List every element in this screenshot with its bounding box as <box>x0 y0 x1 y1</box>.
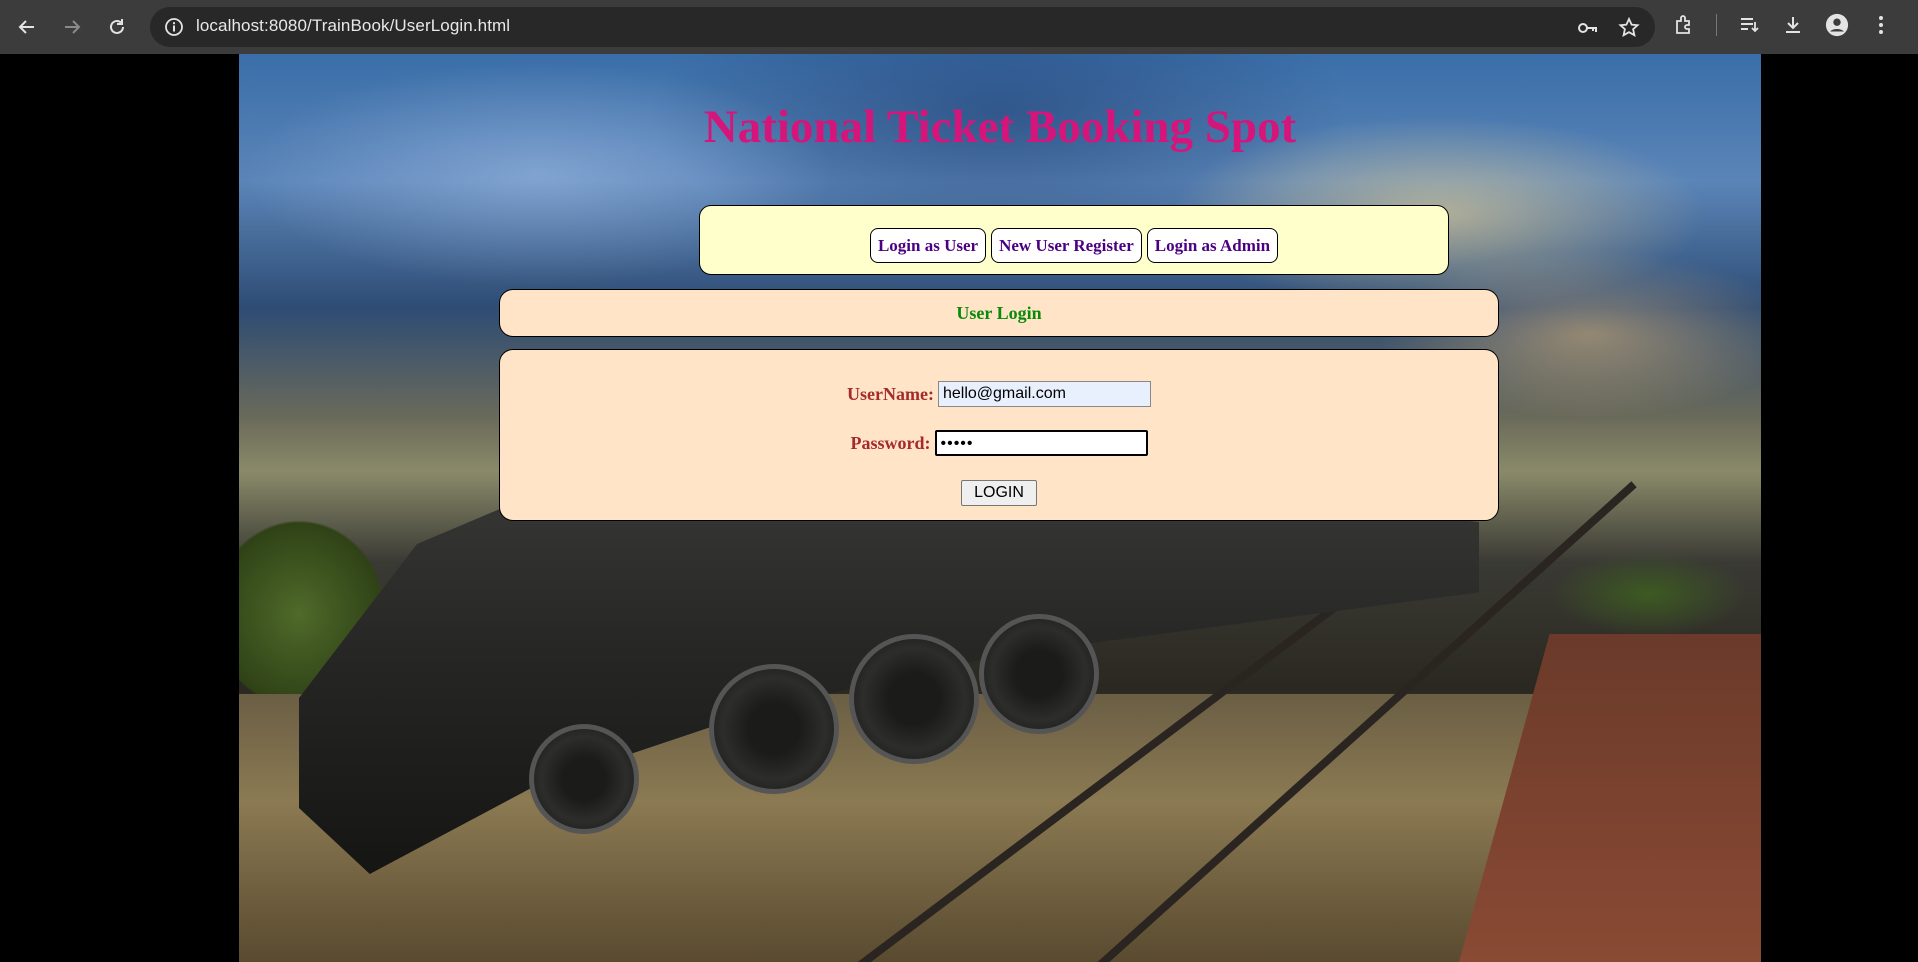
password-input[interactable]: ••••• <box>934 430 1148 456</box>
menu-icon[interactable] <box>1869 13 1893 37</box>
forward-icon[interactable] <box>57 12 87 42</box>
section-header: User Login <box>499 289 1499 337</box>
reload-icon[interactable] <box>102 12 132 42</box>
new-user-register-button[interactable]: New User Register <box>991 228 1142 263</box>
login-as-admin-button[interactable]: Login as Admin <box>1146 228 1279 263</box>
username-input[interactable]: hello@gmail.com <box>937 381 1151 407</box>
site-info-icon[interactable] <box>164 17 184 37</box>
profile-icon[interactable] <box>1825 13 1849 37</box>
password-key-icon[interactable] <box>1575 16 1599 40</box>
submit-row: LOGIN <box>500 480 1498 506</box>
page-title: National Ticket Booking Spot <box>703 101 1297 153</box>
address-bar[interactable]: localhost:8080/TrainBook/UserLogin.html <box>150 7 1655 47</box>
locomotive-wheel <box>529 724 639 834</box>
download-icon[interactable] <box>1781 13 1805 37</box>
password-row: Password: ••••• <box>500 430 1498 456</box>
login-as-user-button[interactable]: Login as User <box>869 228 987 263</box>
extensions-icon[interactable] <box>1672 13 1696 37</box>
reading-list-icon[interactable] <box>1737 13 1761 37</box>
browser-toolbar: localhost:8080/TrainBook/UserLogin.html <box>0 0 1918 54</box>
page-viewport: National Ticket Booking Spot Login as Us… <box>0 54 1918 962</box>
url-text[interactable]: localhost:8080/TrainBook/UserLogin.html <box>196 16 510 36</box>
locomotive-wheel <box>979 614 1099 734</box>
train-background-image: National Ticket Booking Spot Login as Us… <box>239 54 1761 962</box>
login-button[interactable]: LOGIN <box>961 480 1037 506</box>
locomotive-wheel <box>709 664 839 794</box>
toolbar-separator <box>1716 14 1717 36</box>
back-icon[interactable] <box>12 12 42 42</box>
bookmark-star-icon[interactable] <box>1617 16 1641 40</box>
nav-box: Login as User New User Register Login as… <box>699 205 1449 275</box>
locomotive-wheel <box>849 634 979 764</box>
password-label: Password: <box>850 432 931 453</box>
section-header-text: User Login <box>956 303 1042 323</box>
username-label: UserName: <box>847 383 934 404</box>
brick-platform <box>1459 634 1761 962</box>
username-row: UserName: hello@gmail.com <box>500 381 1498 407</box>
login-form: UserName: hello@gmail.com Password: ••••… <box>499 349 1499 521</box>
